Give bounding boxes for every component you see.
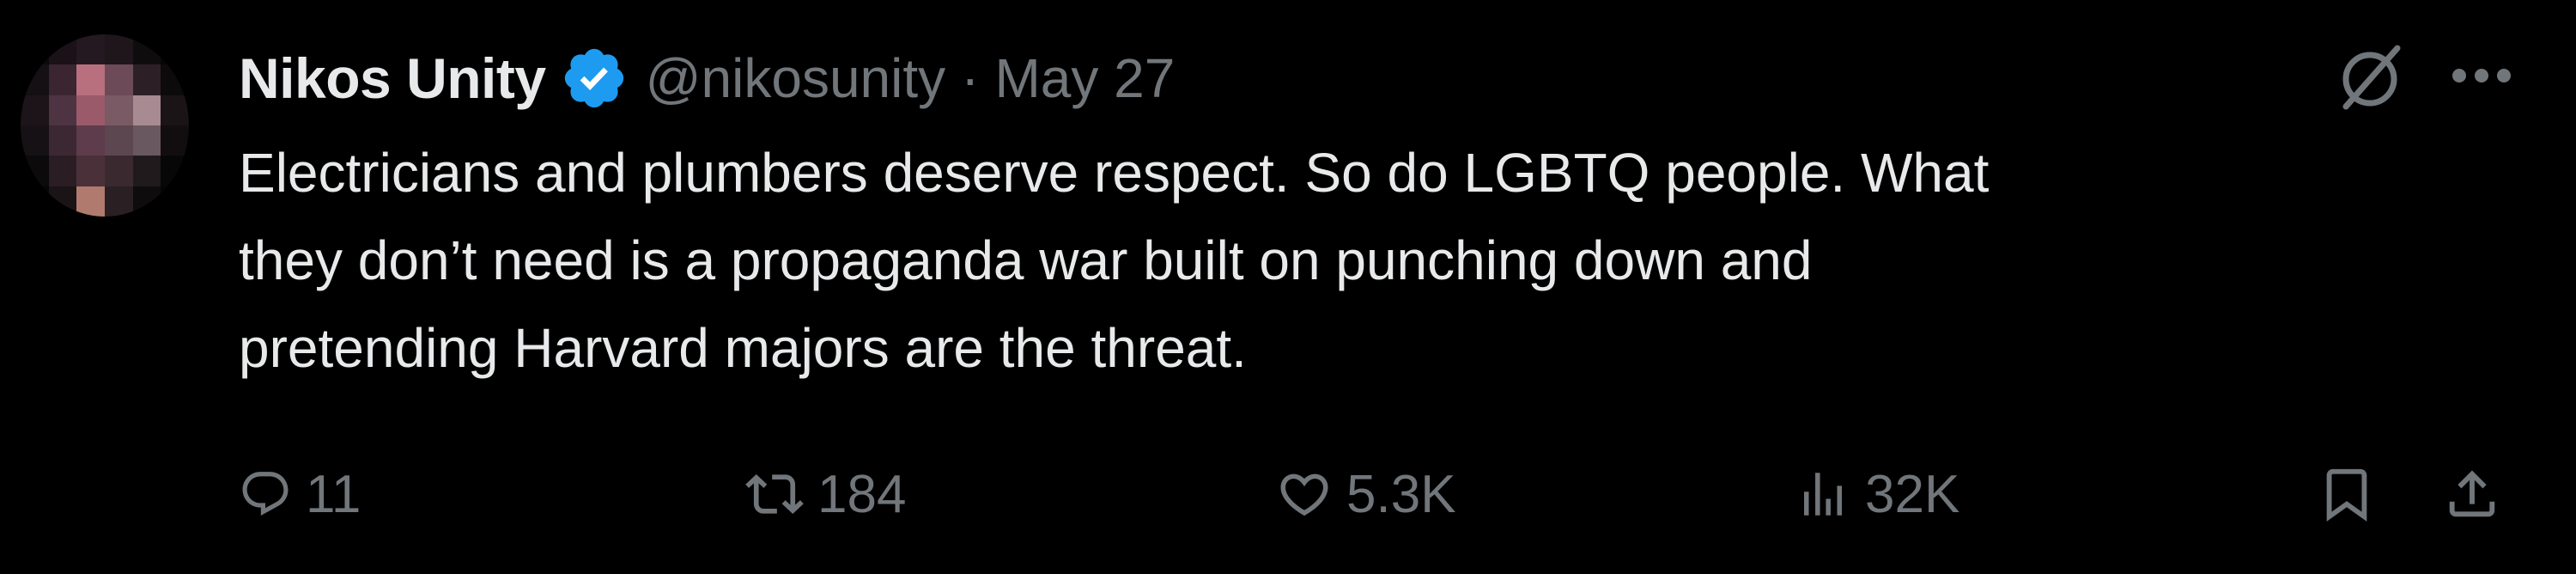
reply-count: 11	[306, 464, 361, 524]
tweet-text-line: they don’t need is a propaganda war buil…	[239, 229, 1813, 291]
verified-badge-icon[interactable]	[560, 44, 629, 113]
bookmark-button[interactable]	[2317, 451, 2377, 537]
handle[interactable]: @nikosunity	[646, 46, 946, 110]
action-bar: 11 184 5.3K 32K	[239, 451, 2523, 537]
like-button[interactable]: 5.3K	[1276, 451, 1456, 537]
retweet-icon	[745, 473, 804, 515]
share-icon	[2449, 470, 2495, 517]
avatar[interactable]	[21, 34, 189, 217]
tweet-date[interactable]: May 27	[994, 46, 1175, 110]
retweet-button[interactable]: 184	[745, 451, 906, 537]
views-count: 32K	[1865, 464, 1960, 524]
display-name[interactable]: Nikos Unity	[239, 46, 546, 111]
separator-dot: ·	[961, 47, 980, 109]
tweet-text: Electricians and plumbers deserve respec…	[239, 129, 2471, 392]
grok-icon[interactable]	[2329, 38, 2411, 120]
share-button[interactable]	[2442, 451, 2502, 537]
tweet-header: Nikos Unity @nikosunity · May 27	[239, 40, 1175, 117]
like-count: 5.3K	[1346, 464, 1456, 524]
views-button[interactable]: 32K	[1795, 451, 1959, 537]
heart-icon	[1280, 473, 1328, 516]
reply-button[interactable]: 11	[239, 451, 361, 537]
tweet-text-line: Electricians and plumbers deserve respec…	[239, 142, 1990, 204]
reply-icon	[242, 472, 289, 516]
tweet-card[interactable]: Nikos Unity @nikosunity · May 27 Electri…	[0, 0, 2576, 574]
analytics-icon	[1804, 473, 1842, 516]
more-icon[interactable]	[2449, 50, 2514, 101]
retweet-count: 184	[817, 464, 907, 524]
tweet-text-line: pretending Harvard majors are the threat…	[239, 317, 1247, 379]
bookmark-icon	[2326, 468, 2367, 522]
